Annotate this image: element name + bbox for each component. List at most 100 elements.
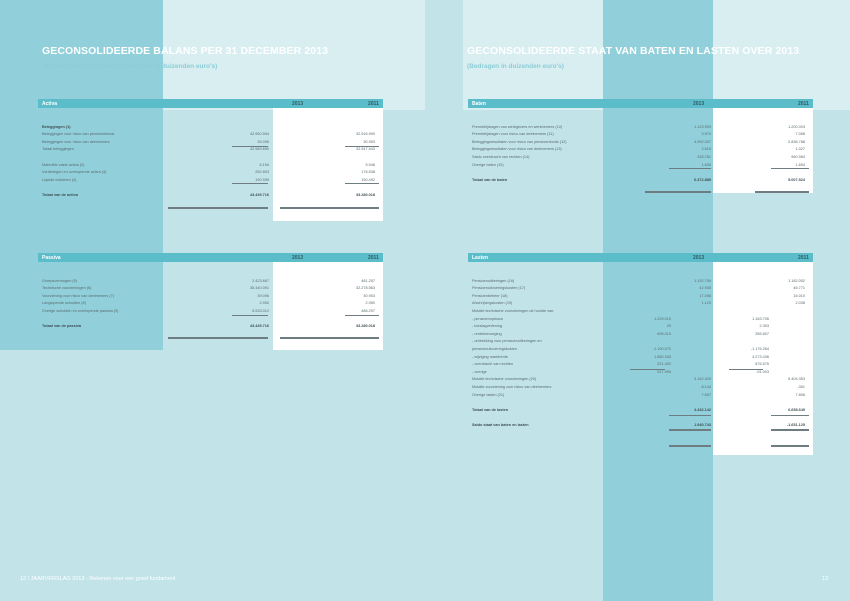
row-value-current: 43.439.716 [249, 192, 269, 197]
total-rule [771, 429, 809, 431]
row-value-current: 2.423.667 [252, 278, 269, 283]
row-value-current: 39.096 [257, 293, 269, 298]
subtotal-rule [630, 369, 665, 370]
left-page: GECONSOLIDEERDE BALANS PER 31 DECEMBER 2… [0, 0, 425, 601]
table-row: - wijziging marktrente 1.880.343 4.273.436 [472, 354, 809, 360]
row-label: Overige baten (15) [472, 162, 504, 167]
row-value-current: 42.950.594 [249, 132, 269, 137]
row-subvalue-current: 1.229.015 [654, 316, 671, 321]
table-row: - pensioenopbouw 1.229.015 1.163.706 [472, 316, 809, 322]
row-label: - rentetoevoeging [472, 331, 502, 336]
subtotal-rule [232, 183, 268, 184]
row-subvalue-current: 1.880.343 [654, 354, 671, 359]
subtotal-rule [232, 145, 268, 147]
row-label: Totaal van de baten [472, 177, 508, 182]
row-value-previous: 150.492 [361, 177, 375, 182]
row-label: Voorziening voor risico van deelnemers (… [42, 293, 114, 298]
row-value-previous: 1.182.052 [788, 278, 805, 283]
total-rule [669, 429, 711, 431]
row-value-current: 4.432.142 [694, 407, 711, 412]
row-value-current: 3.162.429 [694, 377, 711, 382]
table-row: Technische voorzieningen (6) 35.440.091 32… [42, 286, 379, 292]
passiva-header: Passiva 2013 2011 [38, 253, 383, 262]
row-value-previous: 16.010 [793, 293, 805, 298]
table-row: - onttrekking voor pensioenuitkeringen e… [472, 339, 809, 345]
activa-header: Activa 2013 2011 [38, 99, 383, 108]
row-label: Totaal van de lasten [472, 407, 509, 412]
baten-col2: 2011 [798, 101, 809, 107]
subtotal-rule [669, 168, 711, 169]
table-row: Totaal van de activa 43.439.716 33.280.018 [42, 192, 379, 198]
subtotal-rule [771, 168, 809, 169]
passiva-col2: 2011 [368, 255, 379, 261]
table-row: Mutatie technische voorzieningen uit hoo… [472, 308, 809, 314]
total-rule [168, 336, 268, 339]
row-value-current: 245.761 [697, 154, 711, 159]
row-value-current: 7.657 [701, 392, 711, 397]
row-value-previous: 30.953 [363, 139, 375, 144]
row-value-previous: 176.538 [361, 170, 375, 175]
row-value-current: 6.194 [259, 162, 269, 167]
row-value-current: 17.098 [699, 293, 711, 298]
row-label: Premiebijdragen voor risico van deelneme… [472, 132, 554, 137]
row-value-current: 6.372.885 [694, 177, 711, 182]
activa-header-label: Activa [42, 101, 58, 107]
row-value-current: 39.096 [257, 139, 269, 144]
table-row: Vorderingen en overlopende activa (3) 252… [42, 170, 379, 176]
table-row: - overdracht van rechten 221.402 876.576 [472, 362, 809, 368]
row-subvalue-current: 221.402 [657, 362, 671, 367]
row-label: Beleggingsresultaten voor risico van dee… [472, 147, 562, 152]
row-value-current: 1.123.993 [694, 124, 711, 129]
table-row: Langlopende schulden (8) 2.950 2.950 [42, 301, 379, 307]
row-value-previous: 5.007.524 [788, 177, 805, 182]
row-value-previous: 5.946 [365, 162, 375, 167]
table-row: Overige baten (15) 1.639 1.654 [472, 162, 809, 168]
row-label: Pensioenuitvoeringskosten (17) [472, 286, 526, 291]
table-row: Beleggingsresultaten voor risico van pen… [472, 139, 809, 145]
row-value-current: 1.192.759 [694, 278, 711, 283]
table-row: Overige lasten (21) 7.657 7.806 [472, 392, 809, 398]
subtotal-rule [729, 369, 763, 370]
row-subvalue-previous: -91.003 [756, 369, 769, 374]
row-value-previous: 32.278.563 [355, 286, 375, 291]
activa-col2: 2011 [368, 101, 379, 107]
row-label: Beleggingen (1) [42, 124, 71, 129]
row-value-current: 1.940.743 [694, 422, 711, 427]
row-subvalue-previous: 355.607 [755, 331, 769, 336]
table-row: Premiebijdragen voor risico van deelneme… [472, 132, 809, 138]
table-row: Voorziening voor risico van deelnemers (… [42, 293, 379, 299]
row-label: Saldo overdracht van rechten (14) [472, 154, 530, 159]
row-label: Langlopende schulden (8) [42, 301, 86, 306]
row-value-previous: 6.658.649 [788, 407, 805, 412]
row-value-current: 42.989.690 [249, 147, 269, 152]
row-label: - toeslagverlening [472, 324, 502, 329]
row-value-previous: 2.836.788 [788, 139, 805, 144]
row-value-previous: 7.068 [795, 132, 805, 137]
table-row: Beleggingen (1) [42, 124, 379, 130]
subtotal-rule [771, 414, 809, 416]
table-row: Beleggingen voor risico van pensioenfond… [42, 132, 379, 138]
total-rule [168, 206, 268, 209]
page-footer: 12 / JAARVERSLAG 2013 - Rekenen voor een… [20, 576, 176, 582]
row-label: Mutatie technische voorzieningen uit hoo… [472, 308, 555, 313]
table-row: Saldo overdracht van rechten (14) 245.761… [472, 154, 809, 160]
row-label: Afschrijvingskosten (19) [472, 301, 513, 306]
right-page: GECONSOLIDEERDE STAAT VAN BATEN EN LASTE… [425, 0, 850, 601]
table-row: Totaal van de lasten 4.432.142 6.658.649 [472, 407, 809, 413]
row-label: Mutatie technische voorzieningen (20) [472, 377, 537, 382]
table-row: Materiële vaste activa (2) 6.194 5.946 [42, 162, 379, 168]
row-value-previous: 481.257 [361, 278, 375, 283]
table-row: Afschrijvingskosten (19) 1.120 2.038 [472, 301, 809, 307]
total-rule [645, 190, 711, 193]
row-label: Groepsvermogen (5) [42, 278, 78, 283]
page-subtitle: (Bedragen in duizenden euro's) [467, 63, 564, 70]
subtotal-rule [345, 183, 379, 184]
passiva-col1: 2013 [292, 255, 304, 261]
row-value-previous: 32.916.990 [355, 132, 375, 137]
row-label: Totaal van de activa [42, 192, 78, 197]
table-row: Beleggingsresultaten voor risico van dee… [472, 147, 809, 153]
baten-header-label: Baten [472, 101, 486, 107]
lasten-header: Lasten 2013 2011 [468, 253, 813, 262]
row-subvalue-current: -1.190.070 [652, 346, 671, 351]
page-title: GECONSOLIDEERDE STAAT VAN BATEN EN LASTE… [467, 45, 800, 57]
